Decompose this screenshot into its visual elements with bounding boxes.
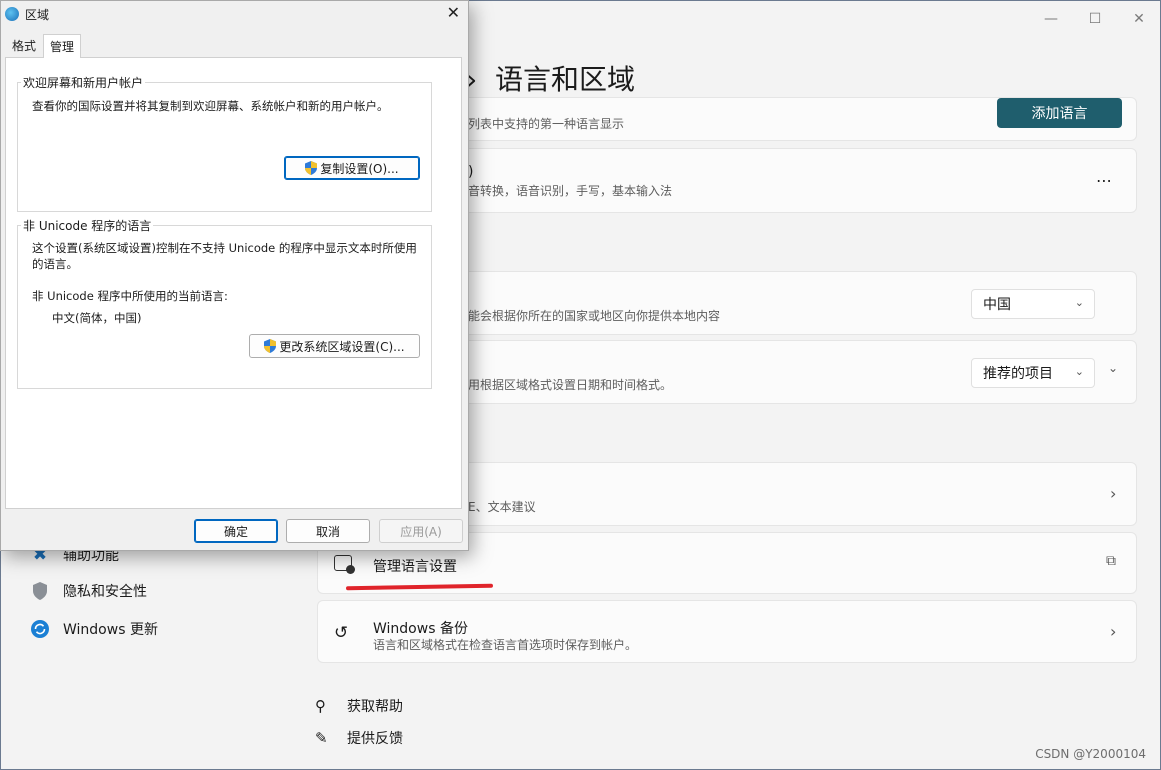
uac-shield-icon: [264, 339, 277, 353]
apply-button[interactable]: 应用(A): [379, 519, 463, 543]
country-dropdown[interactable]: 中国 ⌄: [971, 289, 1095, 319]
feedback-icon: ✎: [315, 729, 328, 747]
welcome-group-description: 查看你的国际设置并将其复制到欢迎屏幕、系统帐户和新的用户帐户。: [32, 99, 389, 113]
unicode-description-line2: 的语言。: [32, 257, 78, 271]
chevron-down-icon: ⌄: [1074, 296, 1084, 309]
dialog-title: 区域: [25, 7, 50, 22]
dialog-close-icon[interactable]: ✕: [447, 3, 460, 22]
expand-chevron-icon[interactable]: ⌄: [1108, 361, 1118, 375]
tab-format[interactable]: 格式: [6, 34, 42, 56]
sidebar-item-windows-update[interactable]: Windows 更新: [29, 615, 158, 643]
cancel-button[interactable]: 取消: [286, 519, 370, 543]
manage-language-settings-label: 管理语言设置: [373, 559, 457, 575]
external-link-icon: ⧉: [1106, 553, 1116, 569]
current-language-value: 中文(简体，中国): [52, 311, 142, 325]
watermark: CSDN @Y2000104: [1035, 747, 1146, 761]
windows-backup-subtitle: 语言和区域格式在检查语言首选项时保存到帐户。: [373, 638, 638, 652]
chevron-right-icon: ›: [1110, 484, 1117, 503]
change-system-locale-button[interactable]: 更改系统区域设置(C)...: [249, 334, 420, 358]
globe-icon: [5, 7, 19, 21]
backup-icon: ↺: [334, 623, 349, 643]
ok-button[interactable]: 确定: [194, 519, 278, 543]
country-subtitle: 能会根据你所在的国家或地区向你提供本地内容: [468, 309, 721, 323]
regional-format-dropdown-value: 推荐的项目: [983, 366, 1053, 382]
sync-icon: [29, 618, 51, 640]
sidebar-item-privacy[interactable]: 隐私和安全性: [29, 577, 147, 605]
language-item-subtitle: 音转换，语音识别，手写，基本输入法: [468, 184, 673, 198]
close-icon[interactable]: ✕: [1117, 9, 1161, 29]
more-options-icon[interactable]: ⋯: [1096, 171, 1113, 190]
welcome-group: 欢迎屏幕和新用户帐户 查看你的国际设置并将其复制到欢迎屏幕、系统帐户和新的用户帐…: [17, 74, 432, 212]
typing-subtitle: E、文本建议: [468, 500, 536, 514]
get-help-link[interactable]: ⚲ 获取帮助: [315, 696, 403, 716]
minimize-icon[interactable]: —: [1029, 9, 1073, 29]
language-settings-icon: [334, 555, 355, 574]
add-language-button[interactable]: 添加语言: [997, 98, 1122, 128]
shield-icon: [29, 580, 51, 602]
unicode-group-title: 非 Unicode 程序的语言: [21, 217, 154, 234]
preferred-languages-subtitle: 列表中支持的第一种语言显示: [468, 117, 625, 131]
regional-format-subtitle: 用根据区域格式设置日期和时间格式。: [468, 378, 673, 392]
breadcrumb-chevron-icon: ›: [466, 63, 495, 96]
windows-backup-title: Windows 备份: [373, 621, 468, 637]
give-feedback-link[interactable]: ✎ 提供反馈: [315, 728, 403, 748]
dialog-title-bar: 区域: [5, 4, 49, 24]
region-dialog: 区域 ✕ 格式 欢迎屏幕和新用户帐户 查看你的国际设置并将其复制到欢迎屏幕、系统…: [0, 0, 469, 551]
unicode-group: 非 Unicode 程序的语言 这个设置(系统区域设置)控制在不支持 Unico…: [17, 217, 432, 389]
chevron-right-icon: ›: [1110, 622, 1117, 641]
unicode-description-line1: 这个设置(系统区域设置)控制在不支持 Unicode 的程序中显示文本时所使用: [32, 241, 417, 255]
current-language-label: 非 Unicode 程序中所使用的当前语言:: [32, 289, 228, 303]
maximize-icon[interactable]: ☐: [1073, 9, 1117, 29]
windows-backup-card[interactable]: ↺ Windows 备份 语言和区域格式在检查语言首选项时保存到帐户。 ›: [317, 600, 1137, 663]
country-dropdown-value: 中国: [983, 297, 1011, 313]
regional-format-dropdown[interactable]: 推荐的项目 ⌄: [971, 358, 1095, 388]
copy-settings-button[interactable]: 复制设置(O)...: [284, 156, 420, 180]
chevron-down-icon: ⌄: [1074, 365, 1084, 378]
page-title: › 语言和区域: [466, 63, 636, 96]
tab-panel: 欢迎屏幕和新用户帐户 查看你的国际设置并将其复制到欢迎屏幕、系统帐户和新的用户帐…: [5, 57, 462, 509]
welcome-group-title: 欢迎屏幕和新用户帐户: [21, 74, 146, 91]
tab-manage[interactable]: 管理: [43, 34, 82, 58]
help-icon: ⚲: [315, 697, 326, 715]
uac-shield-icon: [305, 161, 318, 175]
